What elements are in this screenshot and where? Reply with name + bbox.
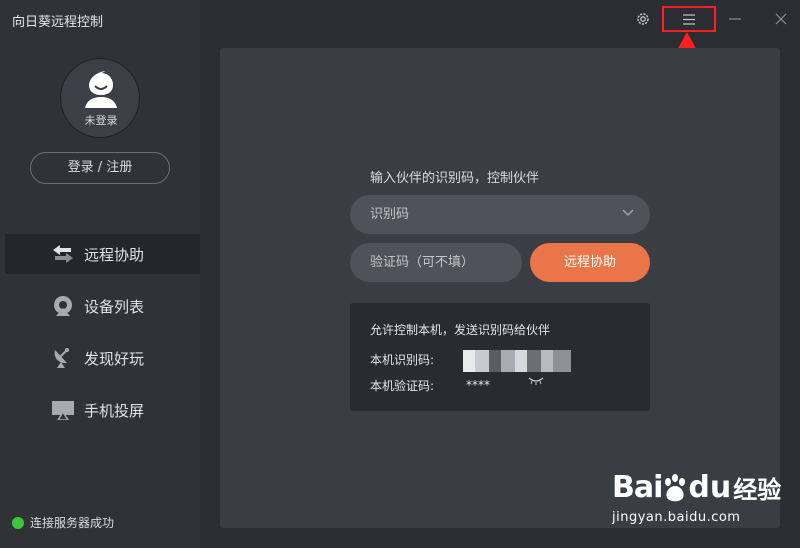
nav-item-label: 远程协助: [84, 245, 145, 264]
login-register-button[interactable]: 登录 / 注册: [30, 152, 170, 184]
watermark-bai: Bai: [612, 470, 663, 505]
nav-item-screen-cast[interactable]: 手机投屏: [5, 390, 200, 430]
nav-item-label: 设备列表: [84, 297, 145, 316]
gear-icon: [637, 13, 649, 25]
local-id-value: [463, 350, 571, 372]
status-dot-icon: [12, 516, 24, 529]
satellite-dish-icon: [54, 348, 69, 368]
settings-button[interactable]: [632, 6, 654, 32]
remote-assist-button[interactable]: 远程协助: [530, 243, 650, 282]
local-id-label: 本机识别码:: [370, 353, 435, 367]
watermark-logo: Bai du 经验: [612, 470, 781, 505]
menu-icon: [683, 13, 695, 25]
remote-assist-panel: 输入伙伴的识别码，控制伙伴 识别码 验证码（可不填） 远程协助 允许控制本机，发…: [220, 48, 780, 528]
verification-code-input[interactable]: 验证码（可不填）: [350, 243, 522, 282]
main-menu-button[interactable]: [662, 6, 716, 32]
chevron-down-icon[interactable]: [622, 209, 634, 217]
local-code-label: 本机验证码:: [370, 379, 435, 393]
local-card-title: 允许控制本机，发送识别码给伙伴: [370, 323, 551, 337]
app-title: 向日葵远程控制: [12, 15, 104, 30]
device-pin-icon: [54, 296, 72, 316]
nav-item-device-list[interactable]: 设备列表: [5, 286, 200, 326]
sidebar: 向日葵远程控制 未登录 登录 / 注册 远程协助 设备列表 发现好玩 手机投屏 …: [0, 0, 200, 548]
avatar-label: 未登录: [84, 114, 118, 127]
arrows-swap-icon: [53, 245, 73, 263]
nav-item-discover[interactable]: 发现好玩: [5, 338, 200, 378]
partner-id-select[interactable]: 识别码: [350, 195, 650, 234]
local-device-card: 允许控制本机，发送识别码给伙伴 本机识别码: 本机验证码: ****: [350, 303, 650, 411]
watermark-url: jingyan.baidu.com: [612, 510, 741, 525]
baidu-jingyan-watermark: Bai du 经验 jingyan.baidu.com: [612, 460, 797, 532]
minimize-button[interactable]: [724, 6, 746, 32]
user-icon: [85, 71, 117, 108]
partner-id-prompt: 输入伙伴的识别码，控制伙伴: [370, 171, 540, 186]
close-button[interactable]: [770, 6, 792, 32]
nav-item-remote-assist[interactable]: 远程协助: [5, 234, 200, 274]
avatar[interactable]: 未登录: [60, 58, 140, 138]
connection-status: 连接服务器成功: [12, 514, 114, 531]
close-icon: [775, 13, 787, 25]
status-text: 连接服务器成功: [30, 516, 115, 530]
minimize-icon: [729, 18, 741, 20]
local-code-value: ****: [466, 378, 490, 392]
paw-icon: [665, 473, 686, 501]
nav-item-label: 发现好玩: [84, 349, 145, 368]
nav-item-label: 手机投屏: [84, 401, 145, 420]
watermark-du: du: [688, 470, 732, 505]
eye-closed-icon[interactable]: [528, 376, 544, 386]
watermark-jingyan: 经验: [733, 476, 782, 504]
partner-id-placeholder: 识别码: [370, 207, 410, 222]
screen-cast-icon: [52, 401, 74, 420]
